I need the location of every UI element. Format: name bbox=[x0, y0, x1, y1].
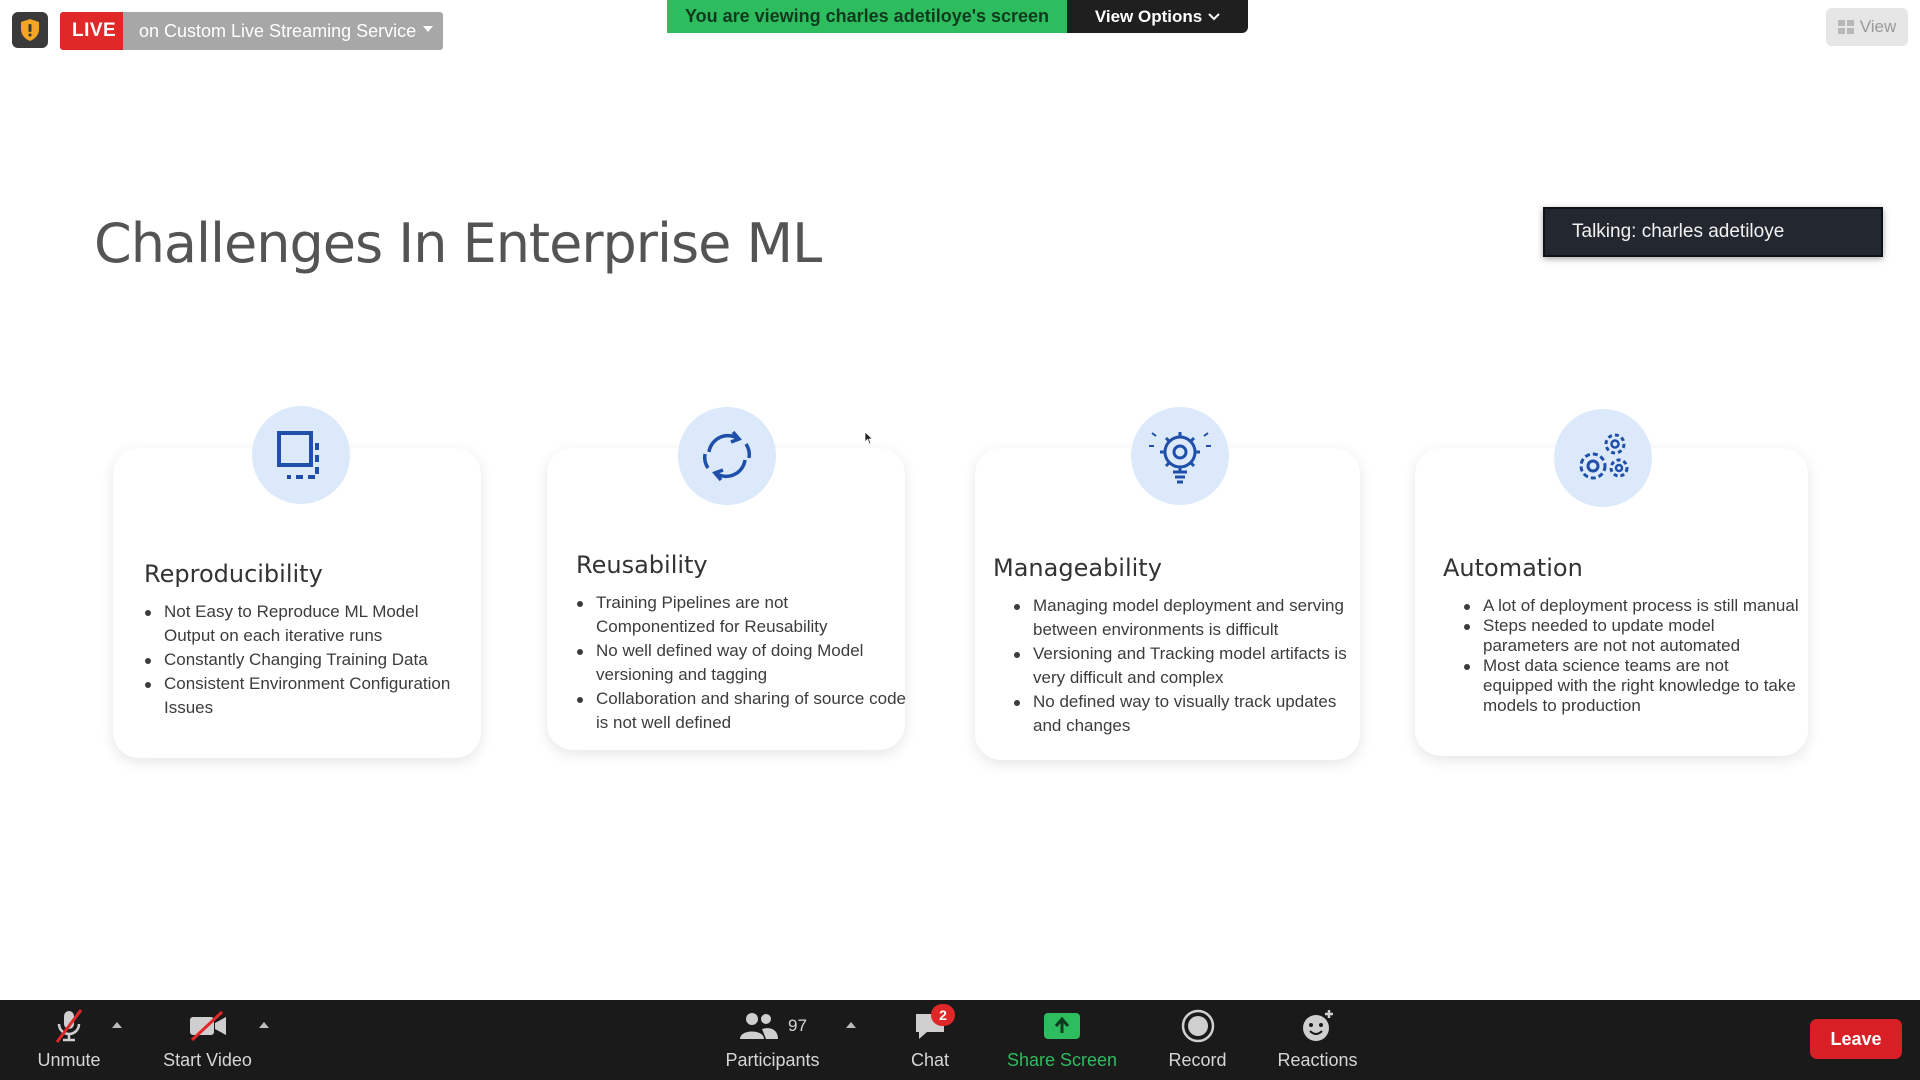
gears-icon bbox=[1554, 409, 1652, 507]
gear-lightbulb-icon bbox=[1131, 407, 1229, 505]
mouse-cursor-icon bbox=[864, 431, 874, 445]
card-bullets: Not Easy to Reproduce ML Model Output on… bbox=[144, 600, 474, 720]
bullet-item: Consistent Environment Configuration Iss… bbox=[145, 672, 474, 720]
bullet-item: Constantly Changing Training Data bbox=[145, 648, 474, 672]
chat-label: Chat bbox=[910, 1050, 950, 1070]
card-bullets: Managing model deployment and serving be… bbox=[1013, 594, 1368, 738]
chevron-down-icon bbox=[1208, 12, 1220, 20]
card-bullets: Training Pipelines are not Componentized… bbox=[576, 591, 906, 735]
reactions-label: Reactions bbox=[1277, 1050, 1358, 1070]
start-video-label: Start Video bbox=[163, 1050, 252, 1070]
bullet-item: Steps needed to update model parameters … bbox=[1464, 616, 1803, 656]
start-video-button[interactable]: Start Video bbox=[155, 1000, 260, 1080]
participants-icon-group: 97 bbox=[738, 1008, 807, 1044]
participants-button[interactable]: 97 Participants bbox=[720, 1000, 825, 1080]
participants-count: 97 bbox=[788, 1016, 807, 1035]
grid-icon bbox=[1837, 20, 1854, 34]
card-bullets: A lot of deployment process is still man… bbox=[1463, 596, 1803, 716]
view-options-button[interactable]: View Options bbox=[1067, 0, 1248, 33]
view-button[interactable]: View bbox=[1826, 8, 1908, 46]
chat-unread-badge: 2 bbox=[931, 1004, 955, 1026]
reactions-button[interactable]: Reactions bbox=[1270, 1000, 1365, 1080]
slide-title: Challenges In Enterprise ML bbox=[94, 212, 822, 275]
card-title: Reusability bbox=[576, 551, 708, 579]
card-title: Automation bbox=[1443, 554, 1583, 582]
bullet-item: No well defined way of doing Model versi… bbox=[577, 639, 906, 687]
bullet-item: Versioning and Tracking model artifacts … bbox=[1014, 642, 1368, 690]
microphone-muted-icon bbox=[52, 1008, 86, 1044]
chevron-down-icon bbox=[423, 26, 433, 32]
card-title: Reproducibility bbox=[144, 560, 323, 588]
leave-button[interactable]: Leave bbox=[1810, 1019, 1902, 1059]
participants-options-caret[interactable] bbox=[846, 1022, 856, 1028]
bullet-item: A lot of deployment process is still man… bbox=[1464, 596, 1803, 616]
card-title: Manageability bbox=[993, 554, 1162, 582]
view-label: View bbox=[1859, 17, 1897, 36]
bullet-item: No defined way to visually track updates… bbox=[1014, 690, 1368, 738]
bullet-item: Training Pipelines are not Componentized… bbox=[577, 591, 906, 639]
smiley-plus-icon bbox=[1300, 1008, 1336, 1044]
participants-label: Participants bbox=[725, 1050, 820, 1070]
meeting-toolbar bbox=[0, 1000, 1920, 1080]
unmute-button[interactable]: Unmute bbox=[24, 1000, 114, 1080]
stream-service-label: on Custom Live Streaming Service bbox=[139, 20, 417, 41]
unmute-label: Unmute bbox=[37, 1050, 101, 1070]
square-dashed-icon bbox=[252, 406, 350, 504]
bullet-item: Most data science teams are not equipped… bbox=[1464, 656, 1803, 716]
live-badge: LIVE bbox=[60, 12, 129, 50]
record-button[interactable]: Record bbox=[1160, 1000, 1235, 1080]
video-muted-icon bbox=[188, 1008, 228, 1044]
bullet-item: Managing model deployment and serving be… bbox=[1014, 594, 1368, 642]
stream-service-dropdown[interactable]: on Custom Live Streaming Service bbox=[123, 12, 443, 50]
bullet-item: Collaboration and sharing of source code… bbox=[577, 687, 906, 735]
talking-indicator: Talking: charles adetiloye bbox=[1543, 207, 1883, 257]
talking-text: Talking: charles adetiloye bbox=[1572, 221, 1785, 242]
share-screen-label: Share Screen bbox=[1006, 1050, 1118, 1070]
share-screen-button[interactable]: Share Screen bbox=[1002, 1000, 1122, 1080]
audio-options-caret[interactable] bbox=[112, 1022, 122, 1028]
recycle-arrows-icon bbox=[678, 407, 776, 505]
chat-button[interactable]: 2 Chat bbox=[900, 1000, 960, 1080]
record-label: Record bbox=[1168, 1050, 1227, 1070]
viewing-banner: You are viewing charles adetiloye's scre… bbox=[667, 0, 1067, 33]
bullet-item: Not Easy to Reproduce ML Model Output on… bbox=[145, 600, 474, 648]
share-screen-icon bbox=[1043, 1008, 1081, 1044]
record-icon bbox=[1181, 1008, 1215, 1044]
shield-icon bbox=[21, 19, 39, 41]
chat-icon-wrap: 2 bbox=[913, 1004, 955, 1044]
security-shield-button[interactable] bbox=[12, 12, 48, 48]
view-options-label: View Options bbox=[1094, 6, 1203, 26]
video-options-caret[interactable] bbox=[259, 1022, 269, 1028]
people-icon bbox=[740, 1013, 779, 1039]
